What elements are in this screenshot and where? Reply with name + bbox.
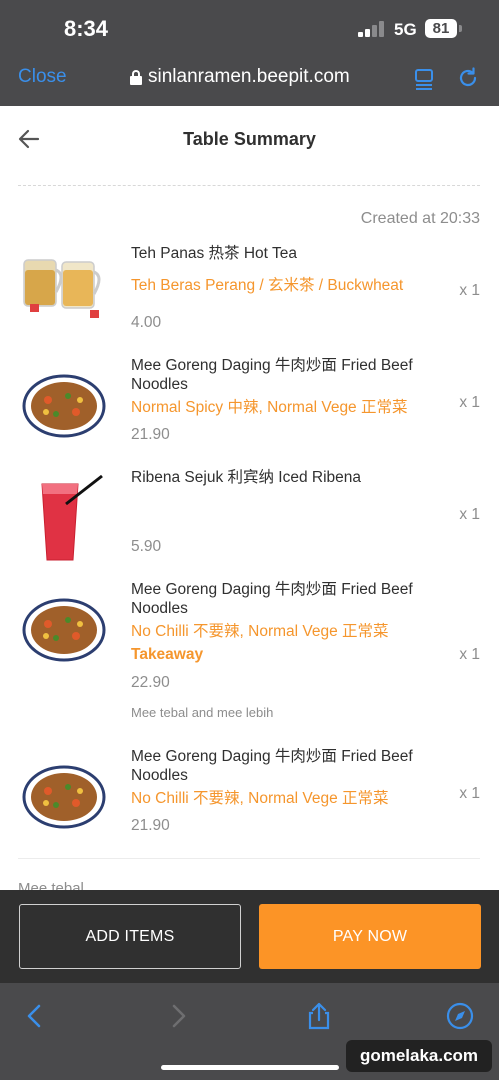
item-name: Teh Panas 热茶 Hot Tea bbox=[131, 245, 297, 262]
item-name: Mee Goreng Daging 牛肉炒面 Fried Beef Noodle… bbox=[131, 581, 413, 617]
reload-icon[interactable] bbox=[456, 66, 480, 90]
item-quantity: x 1 bbox=[459, 282, 480, 299]
fried-noodles-image bbox=[22, 765, 106, 829]
item-name: Ribena Sejuk 利宾纳 Iced Ribena bbox=[131, 469, 362, 486]
iced-ribena-image bbox=[41, 474, 103, 561]
back-icon[interactable] bbox=[20, 1001, 50, 1031]
header-divider bbox=[18, 185, 480, 186]
item-options: Teh Beras Perang / 玄米茶 / Buckwheat bbox=[131, 277, 404, 294]
item-price: 4.00 bbox=[131, 314, 162, 331]
item-quantity: x 1 bbox=[459, 506, 480, 523]
status-bar: 8:34 5G 81 bbox=[0, 0, 499, 56]
takeaway-label: Takeaway bbox=[131, 646, 204, 663]
action-bar: ADD ITEMS PAY NOW bbox=[0, 890, 499, 983]
item-quantity: x 1 bbox=[459, 646, 480, 663]
item-name: Mee Goreng Daging 牛肉炒面 Fried Beef Noodle… bbox=[131, 357, 413, 393]
item-quantity: x 1 bbox=[459, 785, 480, 802]
reader-mode-icon[interactable] bbox=[413, 68, 435, 90]
item-options: No Chilli 不要辣, Normal Vege 正常菜 bbox=[131, 790, 389, 807]
item-price: 21.90 bbox=[131, 426, 170, 443]
item-note: Mee tebal and mee lebih bbox=[131, 705, 274, 720]
network-type: 5G bbox=[394, 20, 417, 39]
item-name: Mee Goreng Daging 牛肉炒面 Fried Beef Noodle… bbox=[131, 748, 413, 784]
items-divider bbox=[18, 858, 480, 859]
hot-tea-image bbox=[23, 259, 101, 318]
page-header: Table Summary bbox=[0, 106, 499, 186]
home-indicator bbox=[161, 1065, 339, 1070]
cellular-signal-icon bbox=[358, 21, 384, 37]
battery-icon: 81 bbox=[425, 19, 457, 38]
item-price: 22.90 bbox=[131, 674, 170, 691]
created-at-label: Created at 20:33 bbox=[360, 210, 480, 227]
item-quantity: x 1 bbox=[459, 394, 480, 411]
url-address[interactable]: sinlanramen.beepit.com bbox=[148, 66, 350, 88]
status-time: 8:34 bbox=[64, 16, 109, 41]
fried-noodles-image bbox=[22, 598, 106, 662]
share-icon[interactable] bbox=[304, 1001, 334, 1031]
compass-icon[interactable] bbox=[445, 1001, 475, 1031]
pay-now-button[interactable]: PAY NOW bbox=[259, 904, 481, 969]
item-options: No Chilli 不要辣, Normal Vege 正常菜 bbox=[131, 623, 389, 640]
add-items-button[interactable]: ADD ITEMS bbox=[19, 904, 241, 969]
page-title: Table Summary bbox=[183, 129, 316, 149]
fried-noodles-image bbox=[22, 374, 106, 438]
item-options: Normal Spicy 中辣, Normal Vege 正常菜 bbox=[131, 399, 408, 416]
item-price: 21.90 bbox=[131, 817, 170, 834]
battery-tip bbox=[459, 25, 462, 32]
watermark: gomelaka.com bbox=[346, 1040, 492, 1072]
forward-icon[interactable] bbox=[163, 1001, 193, 1031]
item-price: 5.90 bbox=[131, 538, 162, 555]
lock-icon bbox=[130, 70, 142, 85]
close-button[interactable]: Close bbox=[18, 66, 67, 88]
browser-bar: Close sinlanramen.beepit.com bbox=[0, 56, 499, 106]
partial-note: Mee tebal bbox=[18, 880, 84, 890]
